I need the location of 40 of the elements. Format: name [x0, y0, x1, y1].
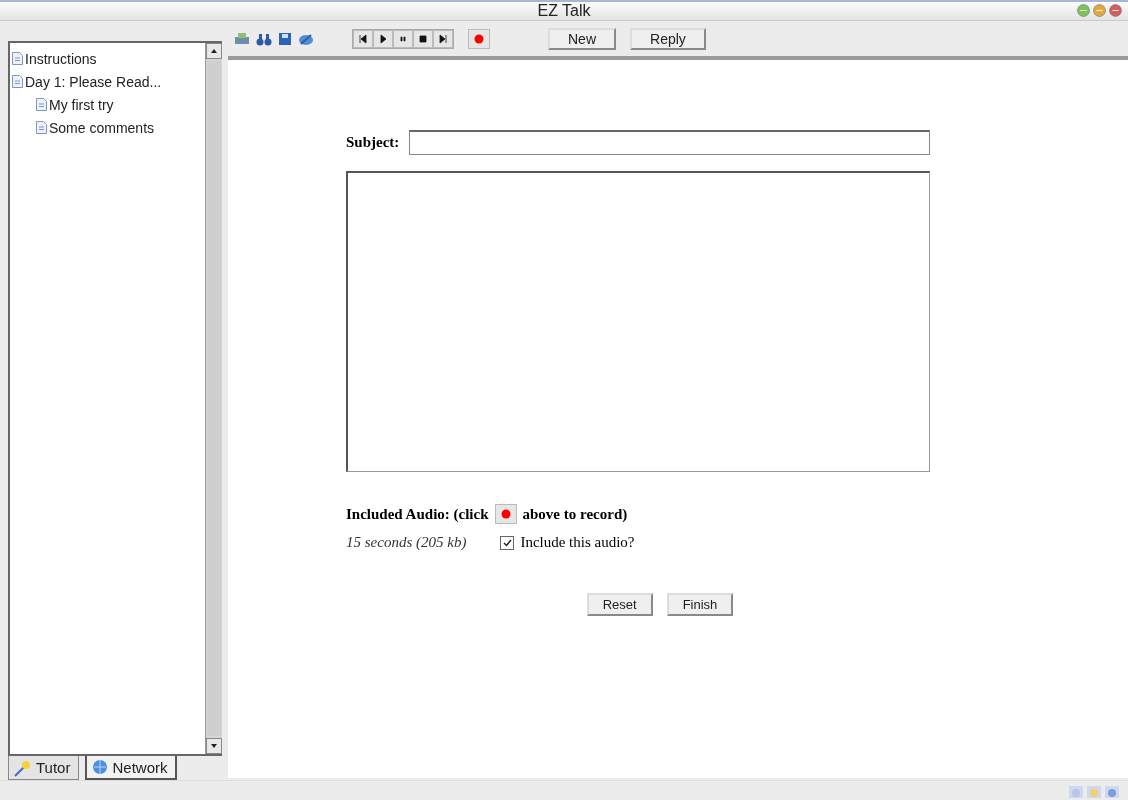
audio-heading: Included Audio: (click [346, 505, 489, 523]
tree-item[interactable]: Instructions [12, 47, 203, 70]
scroll-up-icon[interactable] [206, 43, 222, 59]
record-icon [474, 33, 484, 44]
doc-icon [12, 52, 23, 65]
maximize-button[interactable] [1093, 4, 1106, 17]
include-checkbox[interactable] [500, 535, 515, 550]
toolbar-button[interactable]: New [548, 27, 616, 50]
close-button[interactable] [1109, 4, 1122, 17]
skip-forward-icon[interactable] [433, 29, 453, 48]
minimize-button[interactable] [1077, 4, 1090, 17]
pause-icon[interactable] [393, 29, 413, 48]
form-button[interactable]: Finish [666, 593, 734, 616]
scrollbar-thumb[interactable] [207, 61, 221, 736]
doc-icon [36, 121, 47, 134]
audio-heading: above to record) [522, 505, 628, 523]
checkbox-label: Include this audio? [520, 534, 635, 551]
tree-item[interactable]: Day 1: Please Read... [12, 70, 203, 93]
audio-info: 15 seconds (205 kb) [346, 534, 467, 551]
tab[interactable]: Network [85, 756, 178, 780]
printer-icon[interactable] [234, 31, 250, 46]
subject-field[interactable] [409, 130, 930, 155]
message-field[interactable] [346, 171, 930, 472]
doc-icon [36, 98, 47, 111]
doc-icon [12, 75, 23, 88]
tree-item[interactable]: Some comments [12, 116, 203, 139]
record-icon [494, 504, 517, 524]
tree-item[interactable]: My first try [12, 93, 203, 116]
window-title: EZ Talk [537, 2, 591, 20]
subject-label: Subject: [346, 134, 400, 151]
record-button[interactable] [468, 28, 490, 49]
scroll-down-icon[interactable] [206, 738, 222, 754]
magic-wand-icon [13, 758, 33, 777]
tab[interactable]: Tutor [8, 756, 80, 780]
form-button[interactable]: Reset [586, 593, 653, 616]
binoculars-icon[interactable] [256, 31, 272, 46]
toolbar-button[interactable]: Reply [630, 27, 706, 50]
skip-back-icon[interactable] [353, 29, 373, 48]
play-icon[interactable] [373, 29, 393, 48]
stop-icon[interactable] [413, 29, 433, 48]
